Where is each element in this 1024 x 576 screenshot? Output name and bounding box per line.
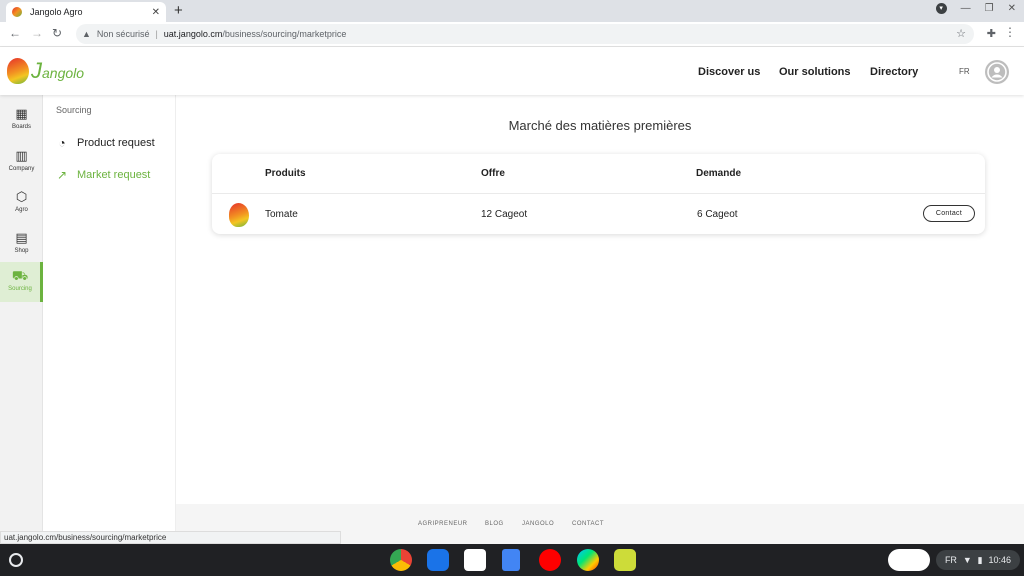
product-thumbnail-icon: [229, 203, 249, 227]
site-header: Jangolo Discover us Our solutions Direct…: [0, 47, 1024, 95]
footer-link-agripreneur[interactable]: AGRIPRENEUR: [418, 521, 468, 527]
youtube-app-icon[interactable]: [539, 549, 561, 571]
extensions-icon[interactable]: ✚: [987, 27, 996, 40]
url-separator: |: [155, 29, 158, 39]
basket-icon: ◔: [58, 136, 66, 150]
new-tab-button[interactable]: +: [174, 3, 183, 19]
submenu-title: Sourcing: [56, 105, 92, 115]
url-input[interactable]: ▲ Non sécurisé | uat.jangolo.cm /busines…: [76, 24, 974, 44]
close-tab-icon[interactable]: ✕: [152, 7, 160, 18]
column-header-offer: Offre: [481, 168, 505, 179]
tab-title: Jangolo Agro: [30, 7, 83, 17]
keep-app-icon[interactable]: [614, 549, 636, 571]
page-title: Marché des matières premières: [508, 118, 692, 133]
sourcing-submenu: Sourcing ◔ Product request ↗ Market requ…: [43, 95, 176, 531]
submenu-item-label: Product request: [77, 137, 155, 149]
rail-item-company[interactable]: ▥ Company: [0, 142, 43, 182]
footer-link-blog[interactable]: BLOG: [485, 521, 504, 527]
status-bar-url: uat.jangolo.cm/business/sourcing/marketp…: [0, 531, 341, 544]
launcher-icon[interactable]: [9, 553, 23, 567]
rail-item-agro[interactable]: ⬡ Agro: [0, 183, 43, 223]
rail-item-label: Shop: [14, 248, 29, 254]
submenu-item-market-request[interactable]: ↗ Market request: [53, 166, 150, 184]
logo-wordmark: Jangolo: [31, 58, 85, 83]
cell-demand: 6 Cageot: [697, 209, 738, 220]
close-window-icon[interactable]: ✕: [1008, 3, 1016, 14]
battery-icon: ▮: [977, 554, 983, 565]
play-store-app-icon[interactable]: [577, 549, 599, 571]
reload-icon[interactable]: ↻: [52, 26, 62, 40]
bookmark-star-icon[interactable]: ☆: [956, 27, 966, 40]
url-host: uat.jangolo.cm: [163, 29, 223, 39]
contact-button[interactable]: Contact: [923, 205, 975, 222]
table-header: Produits Offre Demande: [212, 154, 985, 194]
jangolo-logo[interactable]: Jangolo: [7, 58, 84, 84]
restore-icon[interactable]: ❐: [985, 3, 994, 14]
tray-language: FR: [944, 555, 957, 565]
agro-icon: ⬡: [15, 189, 28, 204]
forward-icon[interactable]: →: [31, 26, 43, 40]
system-tray[interactable]: FR ▼ ▮ 10:46: [936, 550, 1020, 570]
tab-search-icon[interactable]: ▾: [935, 3, 947, 14]
table-row[interactable]: Tomate 12 Cageot 6 Cageot Contact: [212, 194, 985, 234]
account-icon: [987, 62, 1007, 82]
url-path: /business/sourcing/marketprice: [222, 29, 347, 39]
chrome-app-icon[interactable]: [390, 549, 412, 571]
favicon-icon: [12, 7, 22, 17]
truck-icon: ⛟: [11, 268, 29, 283]
column-header-demand: Demande: [696, 168, 742, 179]
trend-chart-icon: ↗: [56, 168, 68, 182]
footer-link-jangolo[interactable]: JANGOLO: [522, 521, 554, 527]
cell-offer: 12 Cageot: [481, 209, 528, 220]
rail-item-label: Sourcing: [8, 286, 32, 292]
clock: 10:46: [988, 555, 1012, 565]
rail-item-boards[interactable]: ▦ Boards: [0, 100, 43, 140]
rail-item-shop[interactable]: ▤ Shop: [0, 224, 43, 264]
app-rail: ▦ Boards ▥ Company ⬡ Agro ▤ Shop ⛟ Sourc…: [0, 95, 43, 531]
gmail-app-icon[interactable]: [464, 549, 486, 571]
minimize-icon[interactable]: —: [961, 3, 971, 14]
browser-tab[interactable]: Jangolo Agro ✕: [6, 2, 166, 22]
files-app-icon[interactable]: [427, 549, 449, 571]
address-bar-row: ← → ↻ ▲ Non sécurisé | uat.jangolo.cm /b…: [0, 22, 1024, 47]
wifi-icon: ▼: [962, 555, 972, 565]
rail-item-label: Agro: [15, 207, 28, 213]
company-icon: ▥: [15, 148, 28, 163]
browser-tab-bar: Jangolo Agro ✕ + ▾ — ❐ ✕: [0, 0, 1024, 22]
submenu-item-label: Market request: [77, 169, 151, 181]
nav-directory[interactable]: Directory: [870, 66, 918, 78]
footer-link-contact[interactable]: CONTACT: [572, 521, 604, 527]
account-tray-icon[interactable]: [888, 549, 930, 571]
shop-icon: ▤: [15, 230, 28, 245]
nav-discover-us[interactable]: Discover us: [698, 66, 760, 78]
back-icon[interactable]: ←: [9, 26, 21, 40]
browser-menu-icon[interactable]: ⋮: [1004, 25, 1016, 39]
column-header-products: Produits: [265, 168, 306, 179]
security-label: Non sécurisé: [96, 29, 150, 39]
warning-icon: ▲: [82, 29, 91, 39]
window-controls: ▾ — ❐ ✕: [935, 3, 1016, 14]
cell-product: Tomate: [265, 209, 298, 220]
nav-our-solutions[interactable]: Our solutions: [779, 66, 851, 78]
docs-app-icon[interactable]: [502, 549, 520, 571]
market-table: Produits Offre Demande Tomate 12 Cageot …: [212, 154, 985, 234]
main-content: Marché des matières premières Produits O…: [176, 95, 1024, 504]
rail-item-label: Company: [8, 166, 35, 172]
submenu-item-product-request[interactable]: ◔ Product request: [53, 134, 155, 152]
rail-item-sourcing[interactable]: ⛟ Sourcing: [0, 262, 43, 302]
boards-icon: ▦: [15, 106, 28, 121]
mango-logo-icon: [7, 58, 29, 84]
user-avatar[interactable]: [985, 60, 1009, 84]
rail-item-label: Boards: [11, 124, 31, 130]
language-switch[interactable]: FR: [959, 67, 970, 76]
